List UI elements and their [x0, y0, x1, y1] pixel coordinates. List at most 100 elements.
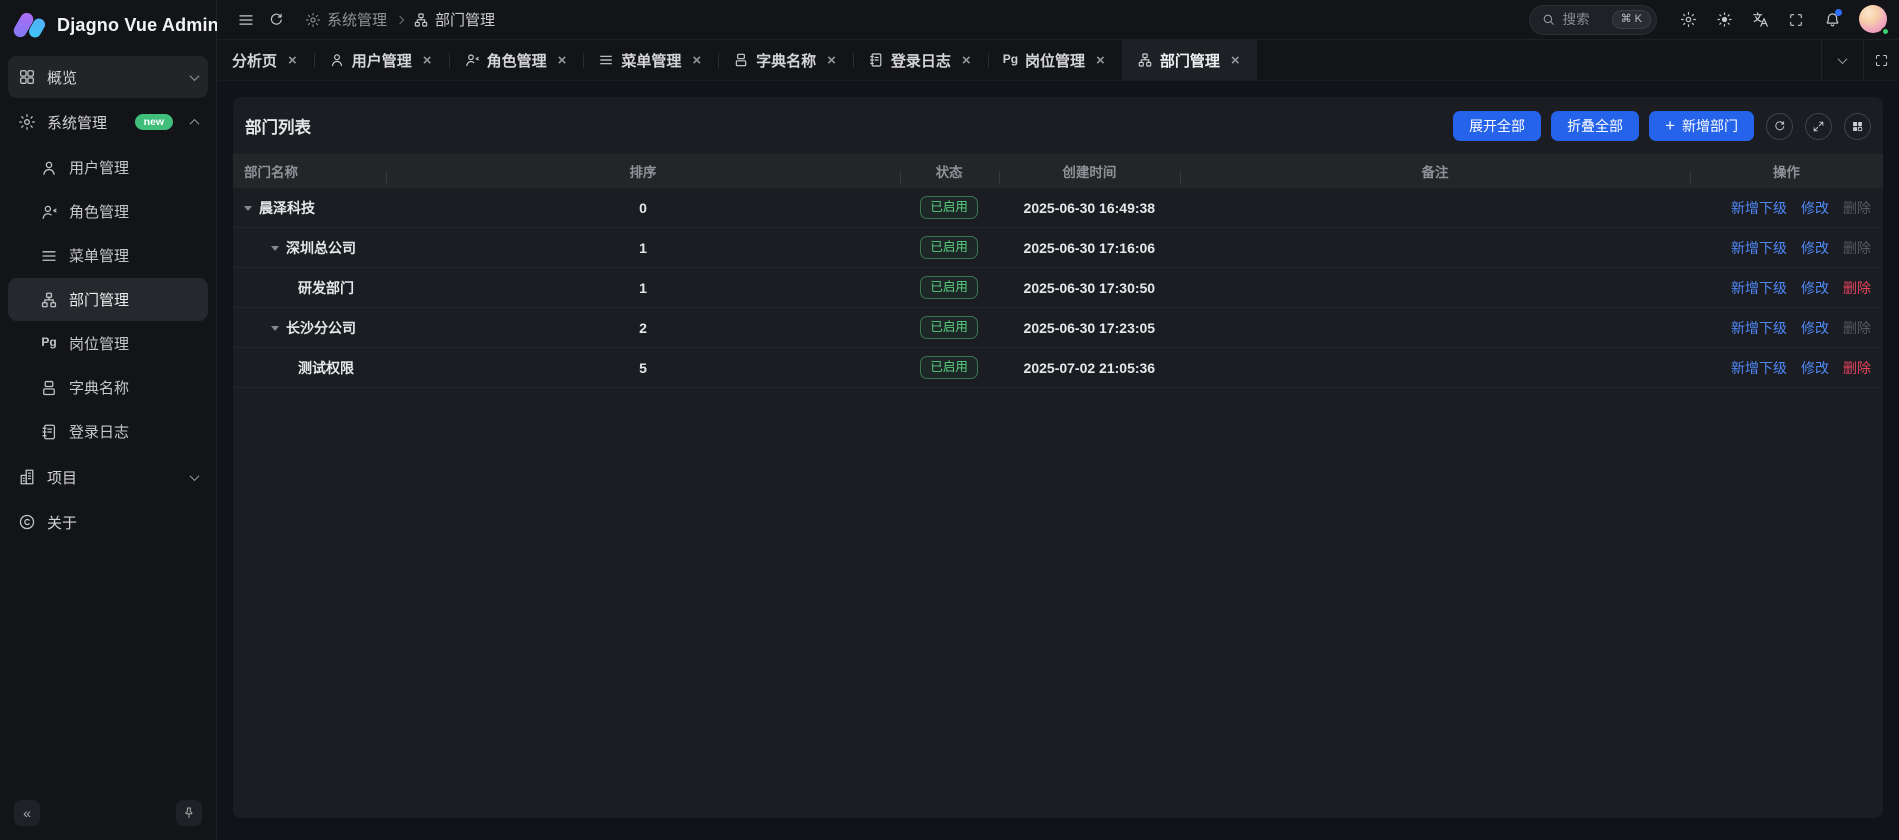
sidebar-item-system-management[interactable]: 系统管理 new: [8, 101, 208, 143]
sidebar-pin-button[interactable]: [176, 800, 202, 826]
column-dept-name: 部门名称: [233, 161, 386, 181]
column-actions: 操作: [1690, 161, 1883, 181]
main-area: 系统管理 部门管理 ⌘ K: [217, 0, 1899, 840]
edit-link[interactable]: 修改: [1801, 318, 1829, 338]
sidebar-item-post-management[interactable]: Pg 岗位管理: [8, 322, 208, 365]
column-settings-button[interactable]: [1844, 113, 1871, 140]
tab-list-dropdown-button[interactable]: [1821, 40, 1863, 80]
tab-login-log[interactable]: 登录日志 ×: [853, 40, 988, 80]
sidebar-item-dict-name[interactable]: 字典名称: [8, 366, 208, 409]
settings-button[interactable]: [1673, 5, 1703, 35]
close-icon[interactable]: ×: [286, 52, 299, 69]
tab-user-management[interactable]: 用户管理 ×: [314, 40, 449, 80]
expand-all-button[interactable]: 展开全部: [1453, 111, 1541, 141]
edit-link[interactable]: 修改: [1801, 278, 1829, 298]
dept-icon: [1137, 52, 1153, 68]
add-child-link[interactable]: 新增下级: [1731, 358, 1787, 378]
search-input[interactable]: [1563, 12, 1605, 27]
column-sort: 排序: [386, 161, 899, 181]
delete-link[interactable]: 删除: [1843, 358, 1871, 378]
page-content: 部门列表 展开全部 折叠全部 + 新增部门: [217, 81, 1899, 840]
cell-dept-name: 长沙分公司: [233, 318, 386, 338]
tab-menu-management[interactable]: 菜单管理 ×: [583, 40, 718, 80]
notifications-button[interactable]: [1817, 5, 1847, 35]
close-icon[interactable]: ×: [421, 52, 434, 69]
column-created: 创建时间: [999, 161, 1181, 181]
table-row: 晨泽科技 0 已启用 2025-06-30 16:49:38 新增下级 修改 删…: [233, 188, 1883, 228]
dept-table: 部门名称 排序 状态 创建时间 备注 操作 晨泽科技 0 已启用 2025-06…: [233, 154, 1883, 388]
cell-status: 已启用: [900, 316, 999, 339]
new-badge: new: [135, 114, 173, 130]
cell-created-time: 2025-06-30 17:30:50: [999, 280, 1181, 296]
status-badge: 已启用: [920, 356, 978, 379]
table-toolbar: 展开全部 折叠全部 + 新增部门: [1453, 111, 1871, 141]
content-maximize-button[interactable]: [1863, 40, 1899, 80]
breadcrumb: 系统管理 部门管理: [305, 9, 1529, 30]
cell-actions: 新增下级 修改 删除: [1690, 238, 1883, 258]
theme-toggle-button[interactable]: [1709, 5, 1739, 35]
delete-link: 删除: [1843, 198, 1871, 218]
chevron-right-icon: [396, 15, 404, 23]
sidebar-toggle-button[interactable]: [231, 5, 261, 35]
fullscreen-button[interactable]: [1781, 5, 1811, 35]
close-icon[interactable]: ×: [690, 52, 703, 69]
delete-link[interactable]: 删除: [1843, 278, 1871, 298]
cell-created-time: 2025-06-30 17:23:05: [999, 320, 1181, 336]
user-avatar[interactable]: [1859, 5, 1889, 35]
breadcrumb-item-dept[interactable]: 部门管理: [413, 9, 495, 30]
caret-down-icon[interactable]: [244, 206, 252, 211]
notification-dot: [1835, 9, 1842, 16]
add-child-link[interactable]: 新增下级: [1731, 318, 1787, 338]
add-dept-button[interactable]: + 新增部门: [1649, 111, 1754, 141]
global-search[interactable]: ⌘ K: [1529, 5, 1657, 35]
cell-sort: 2: [386, 320, 899, 336]
tab-dept-management[interactable]: 部门管理 ×: [1122, 40, 1257, 80]
app-title: Djagno Vue Admin: [57, 15, 219, 36]
language-button[interactable]: [1745, 5, 1775, 35]
add-child-link[interactable]: 新增下级: [1731, 238, 1787, 258]
refresh-page-button[interactable]: [261, 5, 291, 35]
sidebar-item-project[interactable]: 项目: [8, 456, 208, 498]
table-fullscreen-button[interactable]: [1805, 113, 1832, 140]
edit-link[interactable]: 修改: [1801, 358, 1829, 378]
close-icon[interactable]: ×: [556, 52, 569, 69]
sidebar-item-user-management[interactable]: 用户管理: [8, 146, 208, 189]
add-child-link[interactable]: 新增下级: [1731, 278, 1787, 298]
pin-icon: [182, 806, 196, 820]
close-icon[interactable]: ×: [1229, 52, 1242, 69]
caret-down-icon[interactable]: [271, 326, 279, 331]
sidebar-item-about[interactable]: 关于: [8, 501, 208, 543]
sidebar-item-role-management[interactable]: 角色管理: [8, 190, 208, 233]
collapse-all-button[interactable]: 折叠全部: [1551, 111, 1639, 141]
add-child-link[interactable]: 新增下级: [1731, 198, 1787, 218]
sidebar-collapse-button[interactable]: «: [14, 800, 40, 826]
cell-actions: 新增下级 修改 删除: [1690, 278, 1883, 298]
translate-icon: [1752, 11, 1769, 28]
close-icon[interactable]: ×: [825, 52, 838, 69]
table-header: 部门名称 排序 状态 创建时间 备注 操作: [233, 154, 1883, 188]
tab-post-management[interactable]: Pg 岗位管理 ×: [988, 40, 1122, 80]
tab-role-management[interactable]: 角色管理 ×: [449, 40, 584, 80]
tab-dict-name[interactable]: 字典名称 ×: [718, 40, 853, 80]
cell-sort: 1: [386, 280, 899, 296]
tab-analysis[interactable]: 分析页 ×: [217, 40, 314, 80]
refresh-icon: [268, 12, 284, 28]
fullscreen-icon: [1788, 12, 1804, 28]
cell-dept-name: 晨泽科技: [233, 198, 386, 218]
breadcrumb-item-system[interactable]: 系统管理: [305, 9, 387, 30]
sidebar-item-dept-management[interactable]: 部门管理: [8, 278, 208, 321]
log-icon: [40, 423, 58, 441]
sidebar-item-login-log[interactable]: 登录日志: [8, 410, 208, 453]
close-icon[interactable]: ×: [960, 52, 973, 69]
caret-down-icon[interactable]: [271, 246, 279, 251]
logo[interactable]: Djagno Vue Admin: [0, 0, 216, 50]
edit-link[interactable]: 修改: [1801, 198, 1829, 218]
sidebar-item-menu-management[interactable]: 菜单管理: [8, 234, 208, 277]
topbar-actions: ⌘ K: [1529, 5, 1889, 35]
cell-sort: 1: [386, 240, 899, 256]
menu-icon: [598, 52, 614, 68]
sidebar-item-overview[interactable]: 概览: [8, 56, 208, 98]
table-refresh-button[interactable]: [1766, 113, 1793, 140]
close-icon[interactable]: ×: [1094, 52, 1107, 69]
edit-link[interactable]: 修改: [1801, 238, 1829, 258]
